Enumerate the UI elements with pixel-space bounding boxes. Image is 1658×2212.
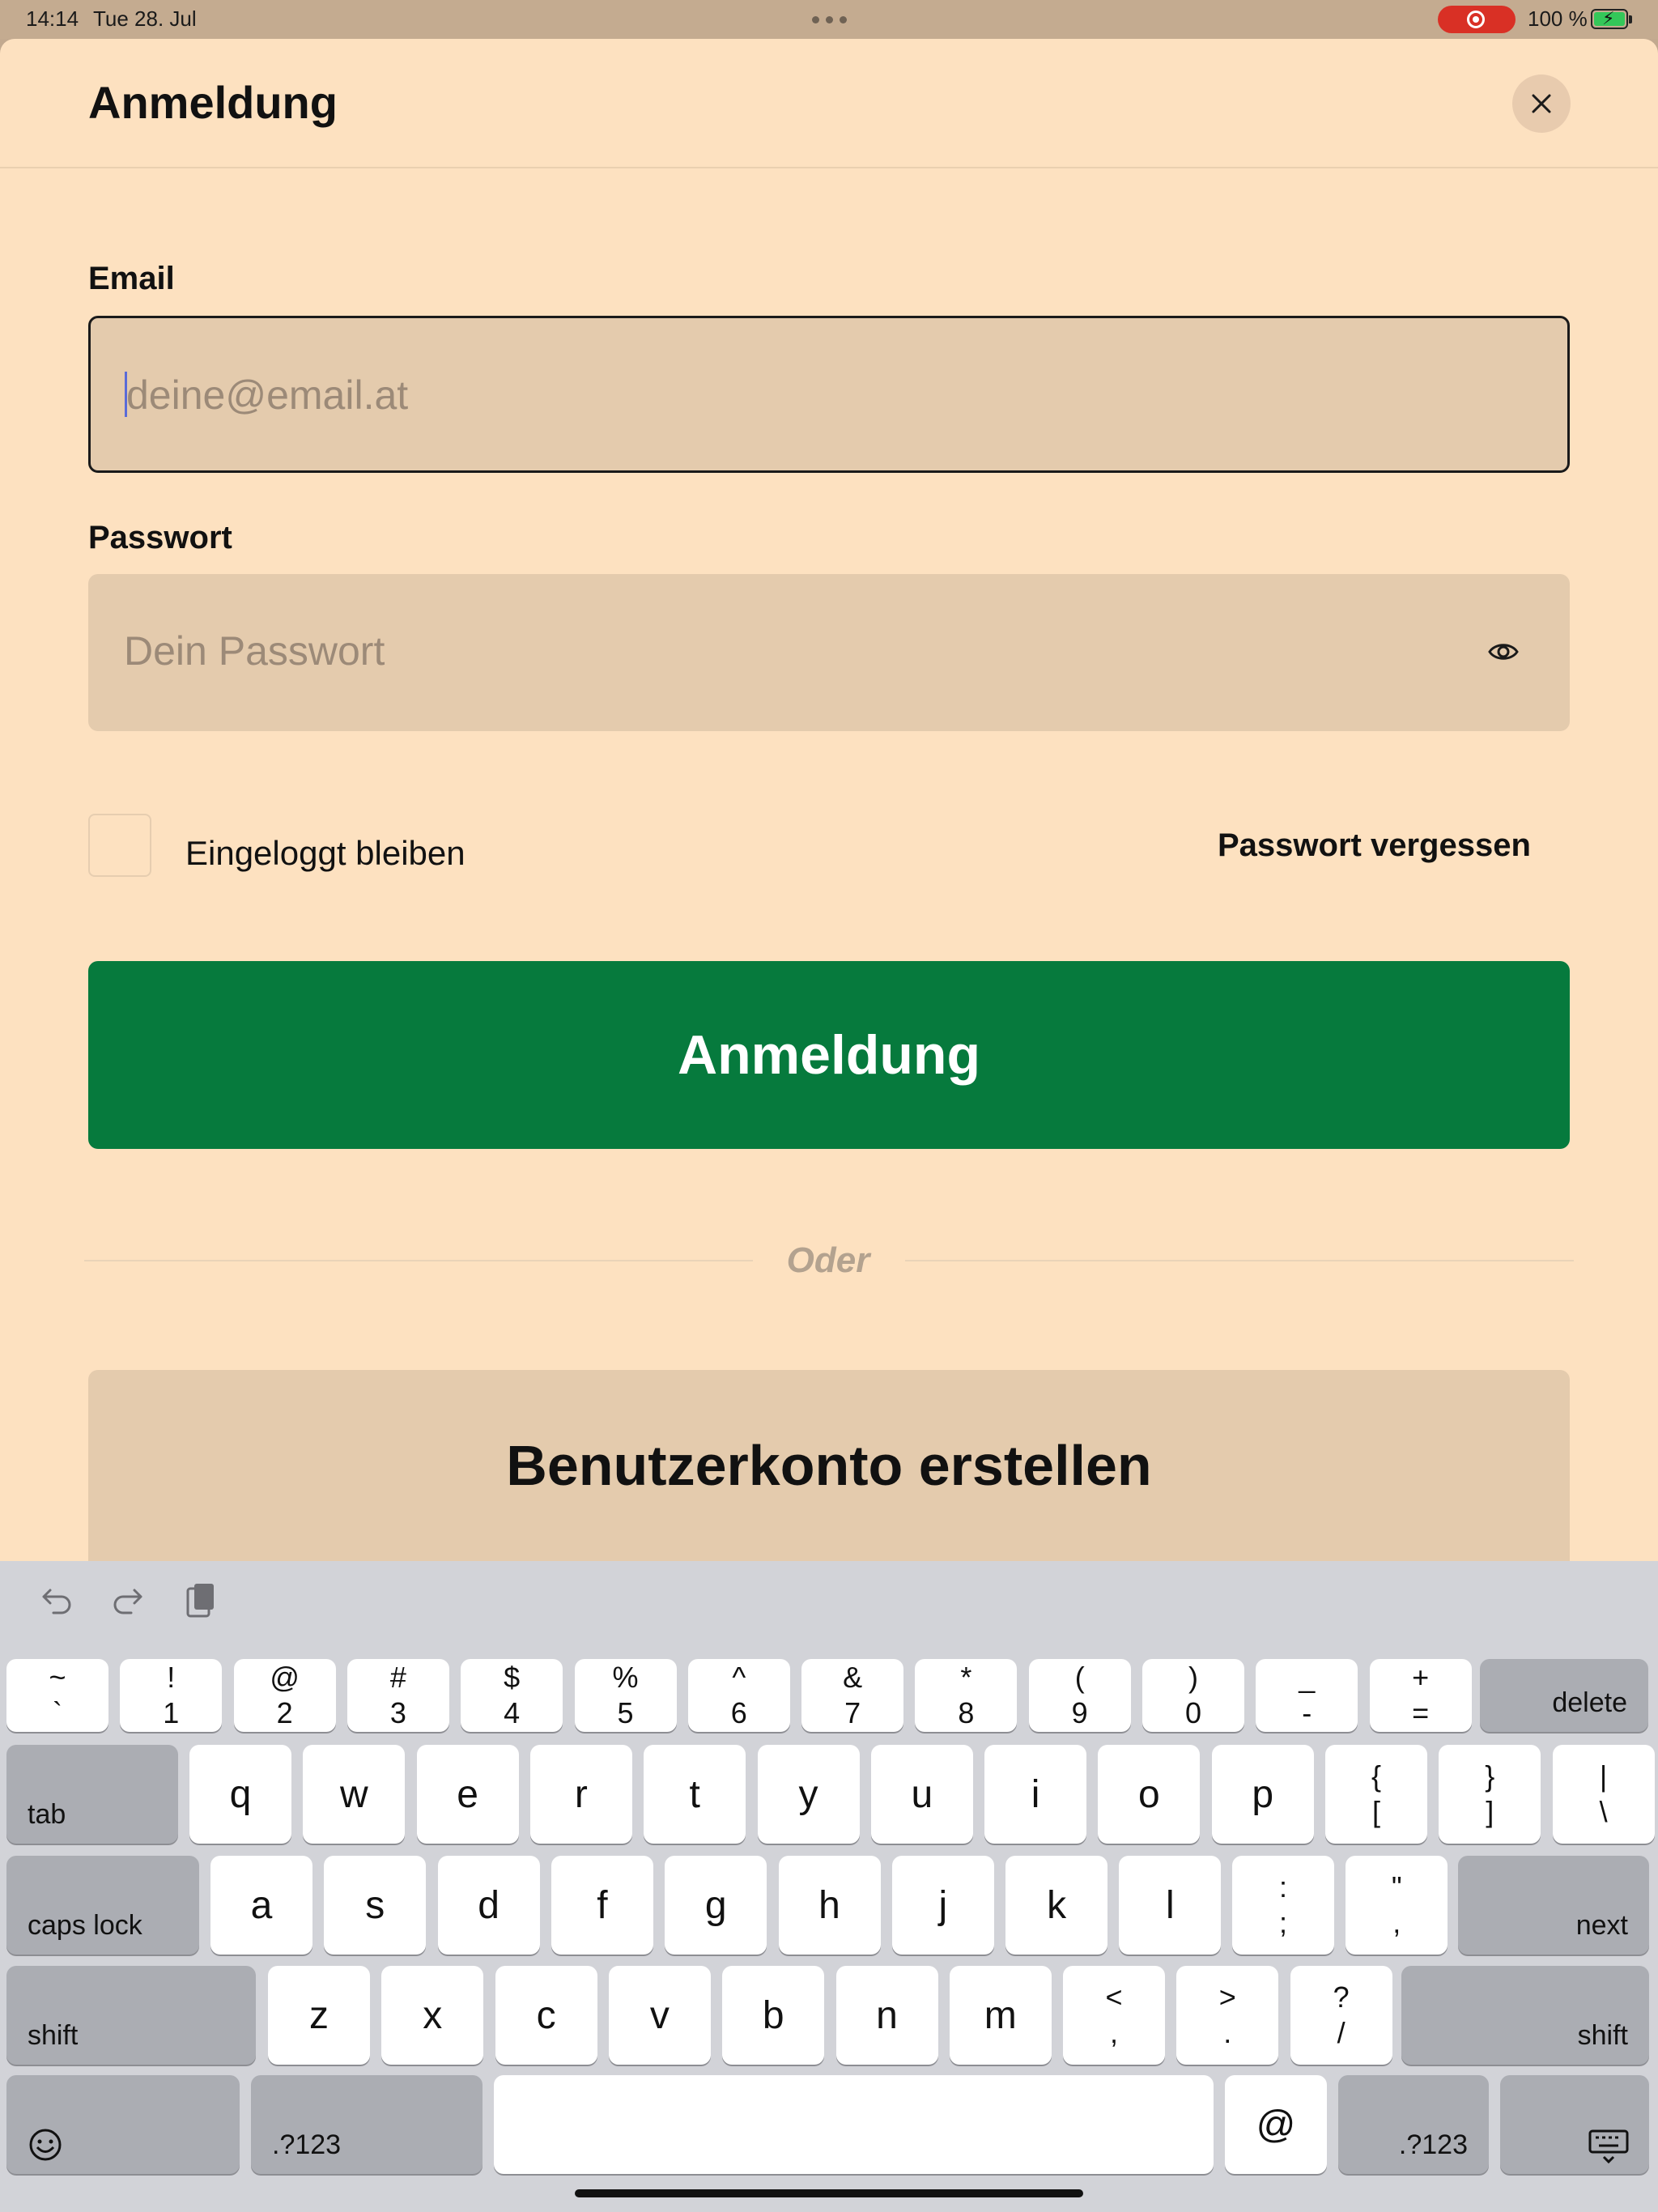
key-`[interactable]: ~ ` bbox=[6, 1659, 108, 1732]
password-field[interactable]: Dein Passwort bbox=[88, 574, 1570, 731]
key-at[interactable]: @ bbox=[1225, 2075, 1327, 2174]
email-field[interactable]: deine@email.at bbox=[88, 316, 1570, 473]
key-0[interactable]: ) 0 bbox=[1142, 1659, 1244, 1732]
key-i[interactable]: i bbox=[984, 1745, 1087, 1844]
key-numbers-left[interactable]: .?123 bbox=[251, 2075, 483, 2174]
key-5[interactable]: % 5 bbox=[574, 1659, 677, 1732]
key-caps-lock[interactable]: caps lock bbox=[6, 1856, 199, 1955]
key-q[interactable]: q bbox=[189, 1745, 291, 1844]
key-slash[interactable]: ? / bbox=[1290, 1966, 1392, 2065]
sheet-header: Anmeldung bbox=[0, 39, 1658, 168]
keyboard-hide-icon bbox=[1588, 2129, 1629, 2164]
key-quote[interactable]: ", bbox=[1346, 1856, 1448, 1955]
key-tab[interactable]: tab bbox=[6, 1745, 178, 1844]
battery-percent: 100 % bbox=[1528, 6, 1588, 31]
divider-line-right bbox=[905, 1260, 1574, 1261]
key-o[interactable]: o bbox=[1098, 1745, 1201, 1844]
close-icon bbox=[1532, 94, 1551, 113]
divider-line-left bbox=[84, 1260, 753, 1261]
key-shift-left[interactable]: shift bbox=[6, 1966, 256, 2065]
key-1[interactable]: ! 1 bbox=[120, 1659, 223, 1732]
key-9[interactable]: (9 bbox=[1028, 1659, 1131, 1732]
email-placeholder: deine@email.at bbox=[126, 372, 409, 418]
key-shift-right[interactable]: shift bbox=[1401, 1966, 1649, 2065]
remember-checkbox[interactable] bbox=[88, 814, 151, 877]
key-4[interactable]: $4 bbox=[461, 1659, 563, 1732]
key-l[interactable]: l bbox=[1119, 1856, 1222, 1955]
key-d[interactable]: d bbox=[437, 1856, 540, 1955]
key-h[interactable]: h bbox=[778, 1856, 881, 1955]
key-w[interactable]: w bbox=[303, 1745, 406, 1844]
key-3[interactable]: #3 bbox=[346, 1659, 449, 1732]
key-x[interactable]: x bbox=[381, 1966, 484, 2065]
status-date: Tue 28. Jul bbox=[93, 6, 197, 31]
key-p[interactable]: p bbox=[1211, 1745, 1314, 1844]
key-c[interactable]: c bbox=[495, 1966, 597, 2065]
home-indicator bbox=[575, 2189, 1083, 2197]
key-z[interactable]: z bbox=[268, 1966, 370, 2065]
on-screen-keyboard: ~ `! 1 @2 #3 $4% 5 ^ 6 & 7 * 8(9) 0 _ - + = delete tab q w e r t… bbox=[0, 1561, 1658, 2212]
key-hide-keyboard[interactable] bbox=[1500, 2075, 1649, 2174]
key-emoji[interactable] bbox=[6, 2075, 240, 2174]
key-semicolon[interactable]: :; bbox=[1232, 1856, 1334, 1955]
multitasking-dots-icon[interactable] bbox=[812, 16, 847, 23]
redo-icon[interactable] bbox=[110, 1582, 146, 1618]
login-button[interactable]: Anmeldung bbox=[88, 961, 1570, 1149]
status-bar: 14:14 Tue 28. Jul 100 % ⚡ bbox=[0, 0, 1658, 39]
screen-recording-icon bbox=[1438, 6, 1516, 33]
key-a[interactable]: a bbox=[210, 1856, 312, 1955]
key-=[interactable]: + = bbox=[1369, 1659, 1472, 1732]
battery-charging-icon: ⚡ bbox=[1591, 8, 1632, 29]
key-j[interactable]: j bbox=[891, 1856, 994, 1955]
key-numbers-right[interactable]: .?123 bbox=[1338, 2075, 1489, 2174]
email-label: Email bbox=[88, 261, 175, 296]
divider-text: Oder bbox=[786, 1240, 870, 1280]
key-v[interactable]: v bbox=[608, 1966, 711, 2065]
login-sheet: Anmeldung Email deine@email.at Passwort … bbox=[0, 39, 1658, 1561]
key-g[interactable]: g bbox=[665, 1856, 767, 1955]
password-label: Passwort bbox=[88, 520, 232, 555]
key-k[interactable]: k bbox=[1005, 1856, 1108, 1955]
key-next[interactable]: next bbox=[1458, 1856, 1649, 1955]
remember-label[interactable]: Eingeloggt bleiben bbox=[185, 834, 466, 873]
key-[[interactable]: {[ bbox=[1325, 1745, 1427, 1844]
key-u[interactable]: u bbox=[870, 1745, 973, 1844]
key-b[interactable]: b bbox=[722, 1966, 825, 2065]
key--[interactable]: _ - bbox=[1256, 1659, 1358, 1732]
key-8[interactable]: * 8 bbox=[915, 1659, 1018, 1732]
key-6[interactable]: ^ 6 bbox=[687, 1659, 790, 1732]
key-delete[interactable]: delete bbox=[1480, 1659, 1648, 1732]
key-n[interactable]: n bbox=[835, 1966, 938, 2065]
eye-icon[interactable] bbox=[1487, 636, 1520, 668]
key-e[interactable]: e bbox=[416, 1745, 519, 1844]
status-time: 14:14 bbox=[26, 6, 79, 31]
create-account-button[interactable]: Benutzerkonto erstellen bbox=[88, 1370, 1570, 1561]
key-period[interactable]: >. bbox=[1176, 1966, 1279, 2065]
password-placeholder: Dein Passwort bbox=[124, 628, 385, 674]
key-][interactable]: }] bbox=[1439, 1745, 1541, 1844]
key-2[interactable]: @2 bbox=[233, 1659, 336, 1732]
key-f[interactable]: f bbox=[551, 1856, 653, 1955]
key-\[interactable]: | \ bbox=[1552, 1745, 1655, 1844]
key-comma[interactable]: <, bbox=[1063, 1966, 1165, 2065]
undo-icon[interactable] bbox=[39, 1582, 74, 1618]
key-r[interactable]: r bbox=[529, 1745, 632, 1844]
forgot-password-link[interactable]: Passwort vergessen bbox=[1218, 827, 1531, 864]
key-7[interactable]: & 7 bbox=[801, 1659, 904, 1732]
key-m[interactable]: m bbox=[949, 1966, 1052, 2065]
paste-icon[interactable] bbox=[183, 1582, 219, 1621]
key-y[interactable]: y bbox=[757, 1745, 860, 1844]
close-button[interactable] bbox=[1512, 74, 1571, 133]
key-s[interactable]: s bbox=[324, 1856, 427, 1955]
emoji-icon bbox=[29, 2129, 62, 2161]
key-space[interactable] bbox=[494, 2075, 1214, 2174]
page-title: Anmeldung bbox=[88, 77, 338, 128]
key-t[interactable]: t bbox=[644, 1745, 746, 1844]
